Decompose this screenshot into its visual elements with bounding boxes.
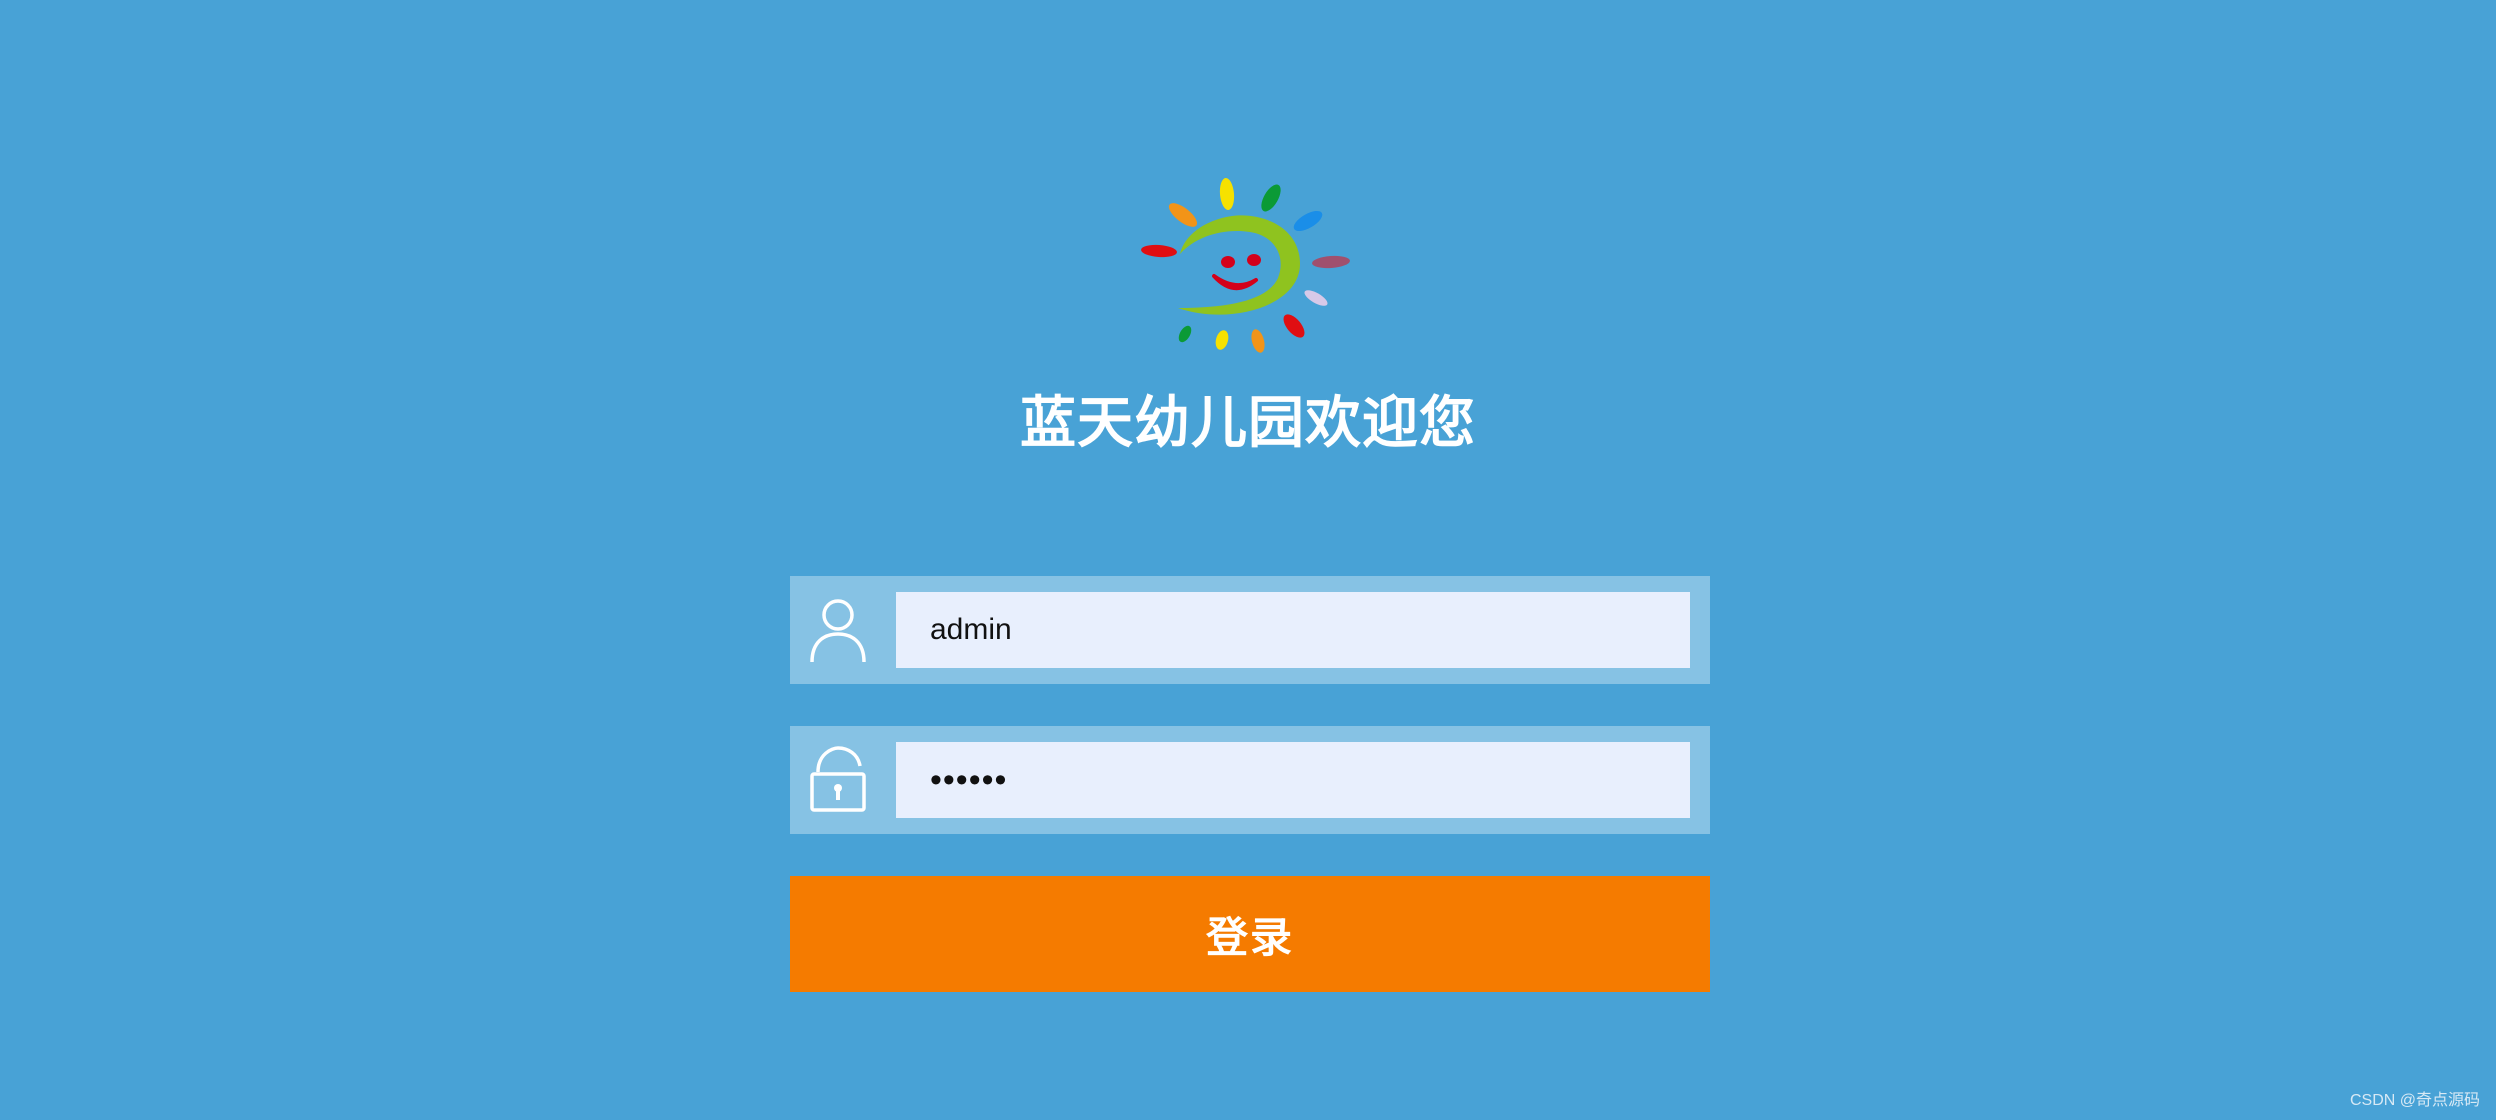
username-input[interactable]: [896, 592, 1690, 668]
login-button[interactable]: 登录: [790, 876, 1710, 992]
user-icon: [810, 599, 866, 662]
sun-smiley-logo-icon: [1141, 178, 1350, 353]
password-row: [790, 726, 1710, 834]
page-title: 蓝天幼儿园欢迎您: [1020, 391, 1476, 456]
watermark: CSDN @奇点源码: [2349, 1092, 2480, 1109]
password-input[interactable]: [896, 742, 1690, 818]
username-row: [790, 576, 1710, 684]
unlock-icon: [810, 746, 866, 812]
